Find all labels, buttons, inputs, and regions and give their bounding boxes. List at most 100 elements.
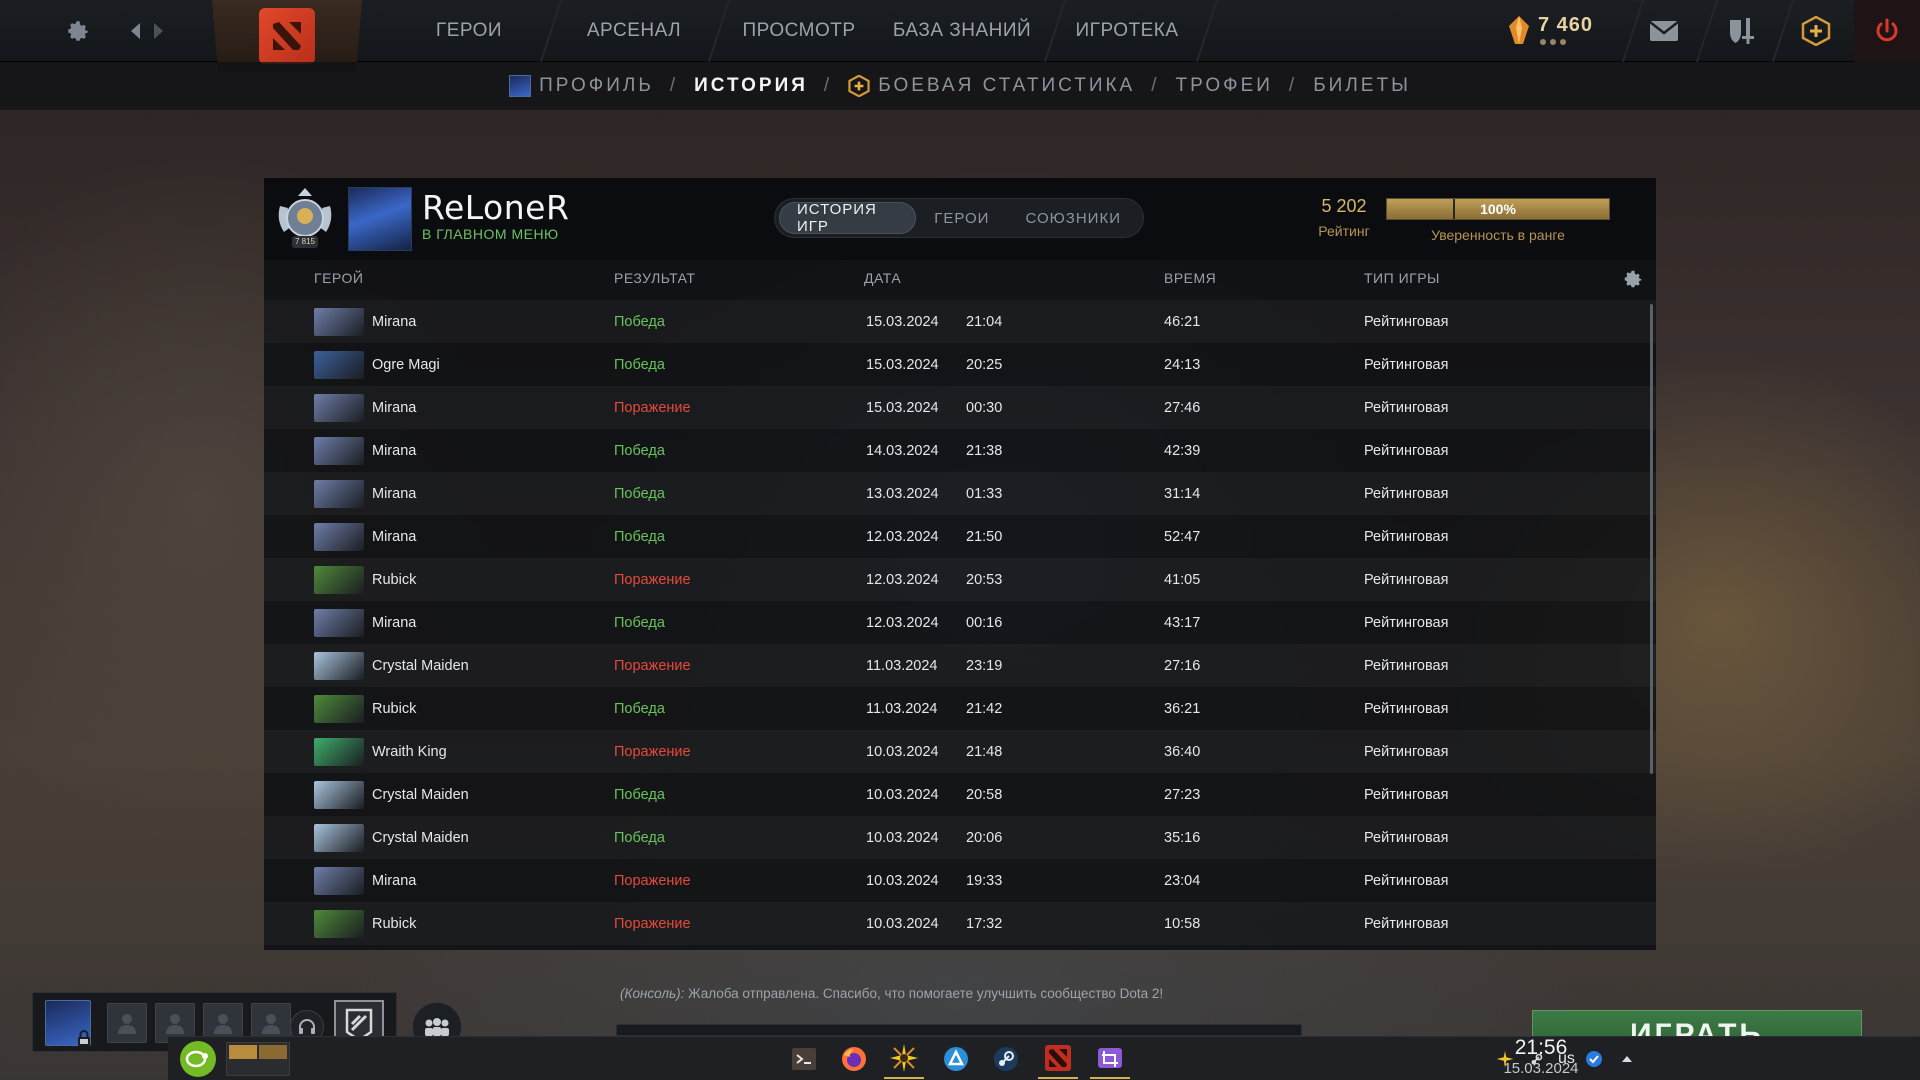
taskbar-screenshot-tool[interactable]	[1090, 1039, 1130, 1079]
table-row[interactable]: Mirana Победа 13.03.2024 01:33 31:14 Рейтинго…	[264, 472, 1656, 515]
rank-confidence: 100% Уверенность в ранге	[1386, 198, 1610, 243]
nav-arcade[interactable]: ИГРОТЕКА	[1064, 0, 1190, 62]
column-header-duration[interactable]: ВРЕМЯ	[1164, 270, 1216, 292]
hero-name: Rubick	[372, 700, 417, 717]
crop-icon	[1098, 1048, 1122, 1068]
table-row[interactable]: Rubick Поражение 10.03.2024 17:32 10:58 Рейти…	[264, 902, 1656, 945]
table-row[interactable]: Crystal Maiden Поражение 11.03.2024 23:19 27…	[264, 644, 1656, 687]
match-result: Поражение	[614, 743, 691, 760]
hero-name: Mirana	[372, 872, 417, 889]
column-header-game-type[interactable]: ТИП ИГРЫ	[1364, 270, 1440, 292]
match-result: Поражение	[614, 657, 691, 674]
hero-name: Crystal Maiden	[372, 657, 469, 674]
taskbar-discover[interactable]	[936, 1039, 976, 1079]
hero-portrait	[314, 609, 364, 637]
subnav-history[interactable]: ИСТОРИЯ	[694, 75, 808, 97]
avatar[interactable]	[348, 187, 412, 251]
hero-name: Rubick	[372, 571, 417, 588]
table-row[interactable]: Crystal Maiden Победа 10.03.2024 20:58 27:23…	[264, 773, 1656, 816]
desktop-1[interactable]	[229, 1045, 257, 1059]
mail-button[interactable]	[1636, 0, 1692, 62]
subnav-trophies[interactable]: ТРОФЕИ	[1176, 75, 1273, 97]
match-date: 15.03.2024	[866, 356, 939, 373]
column-header-hero[interactable]: ГЕРОЙ	[314, 270, 363, 292]
subnav-tickets-label: БИЛЕТЫ	[1313, 75, 1411, 96]
match-date: 13.03.2024	[866, 485, 939, 502]
system-clock[interactable]: 21:56 15.03.2024	[1476, 1036, 1606, 1080]
firefox-icon	[842, 1047, 866, 1071]
forward-button[interactable]	[148, 0, 170, 62]
match-start-time: 21:48	[966, 743, 1003, 760]
table-row[interactable]: Wraith King Поражение 10.03.2024 21:48 36:40…	[264, 730, 1656, 773]
tab-match-history[interactable]: ИСТОРИЯ ИГР	[779, 201, 917, 235]
match-game-type: Рейтинговая	[1364, 915, 1449, 932]
confidence-value: 100%	[1480, 201, 1516, 217]
nav-watch[interactable]: ПРОСМОТР	[736, 0, 862, 62]
rating-block: 5 202 Рейтинг	[1294, 196, 1394, 239]
column-header-result[interactable]: РЕЗУЛЬТАТ	[614, 270, 695, 292]
match-start-time: 21:04	[966, 313, 1003, 330]
nav-learn[interactable]: БАЗА ЗНАНИЙ	[880, 0, 1044, 62]
friends-icon	[425, 1018, 449, 1036]
taskbar-firefox[interactable]	[834, 1039, 874, 1079]
rank-medal[interactable]: 7 815	[274, 186, 336, 252]
table-row[interactable]: Crystal Maiden Победа 10.03.2024 20:06 35:16…	[264, 816, 1656, 859]
nav-armory-label: АРСЕНАЛ	[586, 20, 682, 41]
subnav-tickets[interactable]: БИЛЕТЫ	[1313, 75, 1411, 97]
table-row[interactable]: Mirana Победа 15.03.2024 21:04 46:21 Рейтинго…	[264, 300, 1656, 343]
table-row[interactable]: Mirana Поражение 15.03.2024 00:30 27:46 Рейти…	[264, 386, 1656, 429]
settings-button[interactable]	[60, 0, 96, 62]
table-row[interactable]: Ogre Magi Победа 15.03.2024 20:25 24:13 Рейти…	[264, 343, 1656, 386]
columns-settings-button[interactable]	[1622, 268, 1646, 292]
match-list: Mirana Победа 15.03.2024 21:04 46:21 Рейтинго…	[264, 300, 1656, 945]
table-row[interactable]: Mirana Победа 14.03.2024 21:38 42:39 Рейтинго…	[264, 429, 1656, 472]
hero-portrait	[314, 351, 364, 379]
subnav-combat-stats[interactable]: БОЕВАЯ СТАТИСТИКА	[848, 75, 1135, 97]
tray-expand-icon[interactable]	[1621, 1054, 1633, 1064]
party-slot-self[interactable]	[45, 1000, 91, 1046]
table-row[interactable]: Mirana Победа 12.03.2024 00:16 43:17 Рейтинго…	[264, 601, 1656, 644]
shard-icon	[1509, 16, 1529, 44]
back-button[interactable]	[124, 0, 146, 62]
taskbar-app-burst[interactable]	[884, 1039, 924, 1079]
armory-shortcut-button[interactable]	[1714, 0, 1770, 62]
hero-portrait	[314, 308, 364, 336]
scrollbar[interactable]	[1650, 304, 1653, 774]
subnav-separator: /	[1151, 75, 1160, 96]
hero-name: Mirana	[372, 399, 417, 416]
match-game-type: Рейтинговая	[1364, 872, 1449, 889]
subnav-profile[interactable]: ПРОФИЛЬ	[509, 75, 654, 97]
match-game-type: Рейтинговая	[1364, 743, 1449, 760]
desktop-2[interactable]	[259, 1045, 287, 1059]
tab-allies[interactable]: СОЮЗНИКИ	[1007, 202, 1139, 234]
profile-avatar-icon	[509, 75, 532, 97]
match-duration: 23:04	[1164, 872, 1201, 889]
shards-currency[interactable]: 7 460	[1508, 12, 1618, 50]
exit-button[interactable]	[1854, 0, 1920, 62]
tab-heroes[interactable]: ГЕРОИ	[916, 202, 1007, 234]
hero-portrait	[314, 781, 364, 809]
taskbar-dota2[interactable]	[1038, 1039, 1078, 1079]
app-launcher-button[interactable]	[180, 1041, 216, 1077]
match-duration: 35:16	[1164, 829, 1201, 846]
table-row[interactable]: Mirana Победа 12.03.2024 21:50 52:47 Рейтинго…	[264, 515, 1656, 558]
column-header-date[interactable]: ДАТА	[864, 270, 901, 292]
profile-subnav: ПРОФИЛЬ / ИСТОРИЯ / БОЕВАЯ СТАТИСТИКА / …	[0, 62, 1920, 110]
nav-armory[interactable]: АРСЕНАЛ	[574, 0, 694, 62]
hero-name: Rubick	[372, 915, 417, 932]
virtual-desktop-pager[interactable]	[226, 1042, 290, 1076]
dota-plus-button[interactable]	[1788, 0, 1844, 62]
nav-heroes[interactable]: ГЕРОИ	[414, 0, 524, 62]
taskbar-konsole[interactable]	[784, 1039, 824, 1079]
table-row[interactable]: Mirana Поражение 10.03.2024 19:33 23:04 Рейти…	[264, 859, 1656, 902]
terminal-icon	[792, 1048, 816, 1070]
party-slot-empty[interactable]	[107, 1003, 147, 1043]
gear-icon	[68, 21, 88, 41]
hero-portrait	[314, 652, 364, 680]
taskbar-steam[interactable]	[986, 1039, 1026, 1079]
hero-portrait	[314, 738, 364, 766]
match-result: Победа	[614, 313, 665, 330]
chat-input[interactable]	[616, 1024, 1302, 1036]
table-row[interactable]: Rubick Победа 11.03.2024 21:42 36:21 Рейтинго…	[264, 687, 1656, 730]
table-row[interactable]: Rubick Поражение 12.03.2024 20:53 41:05 Рейти…	[264, 558, 1656, 601]
